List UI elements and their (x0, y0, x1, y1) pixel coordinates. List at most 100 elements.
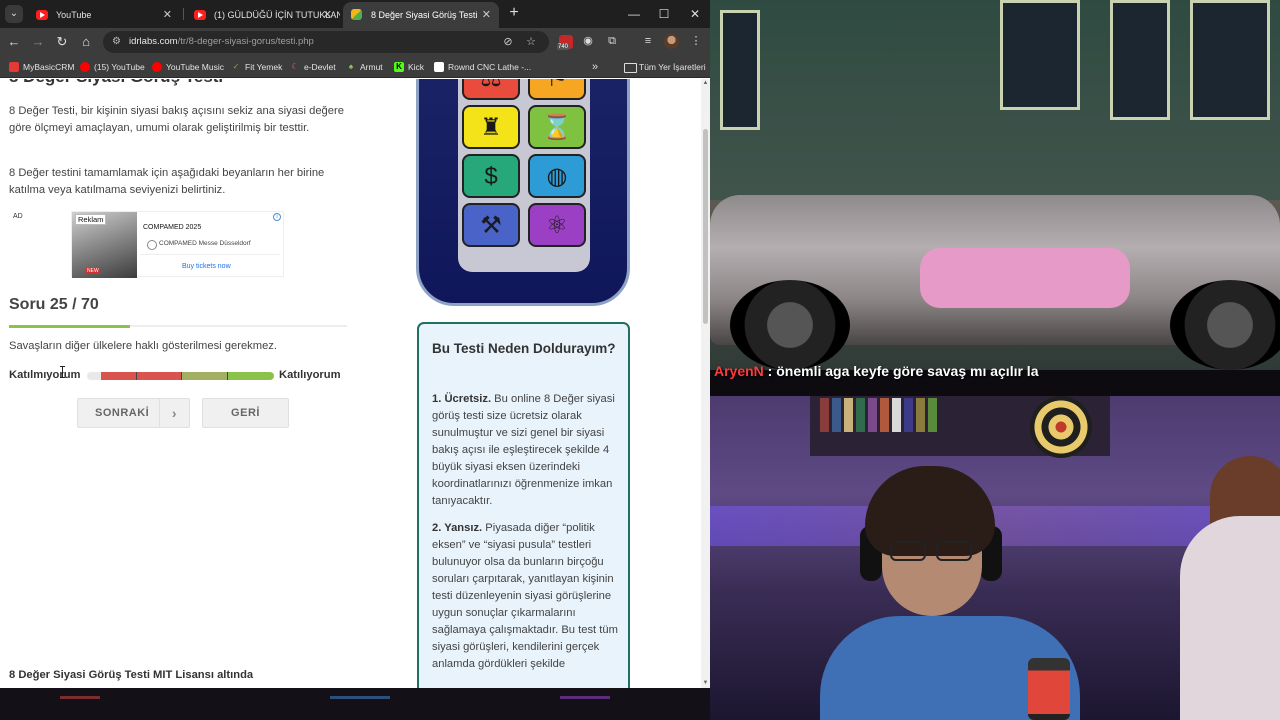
menu-dots-icon[interactable]: ⋮ (688, 33, 704, 49)
extension-icon[interactable]: ◉ (580, 33, 596, 49)
close-window-button[interactable]: ✕ (680, 0, 710, 28)
youtube-icon (36, 10, 48, 20)
scale-disagree-label: Katılmıyorum (9, 369, 81, 381)
chat-username: AryenN (714, 363, 764, 379)
back-button[interactable]: GERİ (202, 398, 289, 428)
building-window (1190, 0, 1270, 120)
tab-title: YouTube (56, 10, 92, 20)
second-person (1180, 516, 1280, 720)
page-scrollbar[interactable]: ▲ ▼ (701, 79, 710, 688)
slider-segment[interactable] (228, 372, 274, 380)
eye-off-icon[interactable]: ⊘ (501, 35, 515, 49)
next-button[interactable]: SONRAKİ › (77, 398, 190, 428)
bookmark-youtube-music[interactable]: YouTube Music (152, 56, 224, 78)
back-arrow-icon[interactable]: ← (5, 33, 23, 51)
url-text[interactable]: idrlabs.com/tr/8-deger-siyasi-gorus/test… (129, 31, 314, 53)
question-progress-fill (9, 325, 130, 328)
maximize-button[interactable]: ☐ (649, 0, 679, 28)
close-icon[interactable]: ✕ (482, 2, 491, 28)
profile-avatar[interactable] (664, 34, 679, 49)
book (856, 398, 865, 432)
browser-window: ⌄ YouTube ✕ (1) GÜLDÜĞÜ İÇİN TUTUKLANE ✕… (0, 0, 710, 688)
tab-video[interactable]: (1) GÜLDÜĞÜ İÇİN TUTUKLANE ✕ (186, 2, 340, 28)
scales-icon: ⚖ (462, 79, 520, 100)
bookmark-armut[interactable]: ♠ Armut (346, 56, 383, 78)
flag-icon: ⚑ (528, 79, 586, 100)
bookmarks-more-icon[interactable]: » (592, 56, 598, 78)
scale-agree-label: Katılıyorum (279, 369, 341, 381)
slider-segment[interactable] (182, 372, 228, 380)
close-icon[interactable]: ✕ (163, 2, 172, 28)
slider-segment[interactable] (87, 372, 101, 380)
bookmark-fit-yemek[interactable]: ✓ Fit Yemek (231, 56, 283, 78)
new-tab-button[interactable]: + (505, 4, 523, 22)
all-bookmarks-folder[interactable]: Tüm Yer İşaretleri (624, 56, 706, 78)
book (892, 398, 901, 432)
info-paragraph-unbiased: 2. Yansız. Piyasada diğer “politik eksen… (432, 522, 618, 670)
book (928, 398, 937, 432)
info-paragraph-free: 1. Ücretsiz. Bu online 8 Değer siyasi gö… (432, 393, 615, 507)
tab-search-icon[interactable]: ⌄ (5, 5, 23, 23)
ad-image[interactable]: Reklam NEW (72, 212, 137, 278)
minimize-button[interactable]: — (619, 0, 649, 28)
bookmarks-bar: MyBasicCRM (15) YouTube YouTube Music ✓ F… (0, 56, 710, 78)
page-title: 8 Değer Siyasi Görüş Testi (9, 79, 223, 87)
tab-youtube[interactable]: YouTube ✕ (28, 2, 180, 28)
ad-info-icon[interactable]: i (273, 213, 281, 221)
browser-toolbar: ← → ↻ ⌂ ⚙ idrlabs.com/tr/8-deger-siyasi-… (0, 28, 710, 56)
book (880, 398, 889, 432)
scroll-down-icon[interactable]: ▼ (701, 679, 710, 688)
ad-divider (140, 254, 280, 255)
close-icon[interactable]: ✕ (323, 2, 332, 28)
forward-arrow-icon[interactable]: → (29, 33, 47, 51)
bookmark-e-devlet[interactable]: ☾ e-Devlet (290, 56, 335, 78)
question-progress: Soru 25 / 70 (9, 296, 99, 313)
idrlabs-icon (351, 9, 362, 20)
pixel-car-wheel (1170, 280, 1280, 370)
hourglass-icon: ⌛ (528, 105, 586, 149)
bookmark-youtube[interactable]: (15) YouTube (80, 56, 145, 78)
kick-icon: K (394, 62, 404, 72)
reload-icon[interactable]: ↻ (53, 33, 71, 51)
slider-segment[interactable] (101, 372, 137, 380)
gavel-icon: ⚒ (462, 203, 520, 247)
ad-advertiser[interactable]: COMPAMED Messe Düsseldorf (147, 240, 251, 250)
stream-chat-message: AryenN : önemli aga keyfe göre savaş mı … (714, 363, 1039, 379)
glow-accent (330, 696, 390, 699)
bookmark-mybasiccrm[interactable]: MyBasicCRM (9, 56, 74, 78)
pixel-car-wheel (730, 280, 850, 370)
agreement-slider[interactable] (87, 372, 274, 380)
glow-accent (60, 696, 100, 699)
bookmark-kick[interactable]: K Kick (394, 56, 424, 78)
scroll-up-icon[interactable]: ▲ (701, 79, 710, 88)
info-box-title: Bu Testi Neden Doldurayım? (432, 341, 616, 356)
site-info-icon[interactable]: ⚙ (110, 35, 123, 48)
extension-adblock-icon[interactable]: 740 (557, 35, 573, 50)
media-control-icon[interactable]: ≡ (640, 33, 656, 49)
bookmark-star-icon[interactable]: ☆ (524, 35, 538, 49)
glow-accent (560, 696, 610, 699)
webcam-feed (710, 396, 1280, 720)
tab-title: (1) GÜLDÜĞÜ İÇİN TUTUKLANE (214, 10, 340, 20)
taskbar-strip (0, 688, 710, 720)
scroll-thumb[interactable] (703, 129, 708, 324)
logo-panel: ⚖ ⚑ ♜ ⌛ $ ◍ ⚒ ⚛ (458, 79, 590, 272)
book (832, 398, 841, 432)
liberty-icon: ♜ (462, 105, 520, 149)
youtube-icon (80, 62, 90, 72)
address-bar[interactable]: ⚙ idrlabs.com/tr/8-deger-siyasi-gorus/te… (103, 31, 549, 53)
building-window (1000, 0, 1080, 110)
dartboard (1030, 396, 1092, 458)
tab-8values[interactable]: 8 Değer Siyasi Görüş Testi ✕ (343, 2, 499, 28)
bookmark-rownd-cnc[interactable]: Rownd CNC Lathe -... (434, 56, 531, 78)
ad-title[interactable]: COMPAMED 2025 (143, 224, 201, 231)
ad-cta-link[interactable]: Buy tickets now (182, 263, 231, 270)
ad-banner[interactable]: Reklam NEW COMPAMED 2025 COMPAMED Messe … (71, 211, 284, 278)
home-icon[interactable]: ⌂ (77, 33, 95, 51)
extensions-puzzle-icon[interactable]: ⧉ (604, 33, 620, 49)
book (820, 398, 829, 432)
slider-segment[interactable] (137, 372, 182, 380)
ad-tag: Reklam (75, 214, 107, 225)
instructions-paragraph: 8 Değer testini tamamlamak için aşağıdak… (9, 167, 325, 196)
youtube-music-icon (152, 62, 162, 72)
